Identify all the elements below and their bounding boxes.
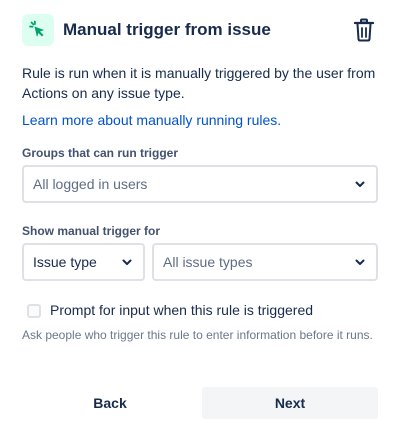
issue-type-select[interactable]: Issue type (22, 243, 145, 281)
learn-more-link[interactable]: Learn more about manually running rules. (22, 112, 281, 128)
groups-select-value: All logged in users (33, 176, 148, 192)
delete-button[interactable] (350, 16, 378, 44)
groups-select[interactable]: All logged in users (22, 165, 378, 203)
prompt-checkbox[interactable] (27, 304, 41, 318)
trash-icon (354, 18, 374, 42)
chevron-down-icon (122, 259, 132, 265)
cursor-click-icon (22, 14, 54, 46)
chevron-down-icon (355, 259, 365, 265)
issue-types-select[interactable]: All issue types (152, 243, 378, 281)
next-button[interactable]: Next (202, 387, 378, 419)
panel-title: Manual trigger from issue (63, 20, 271, 39)
back-button[interactable]: Back (22, 387, 198, 419)
chevron-down-icon (355, 181, 365, 187)
issue-types-select-value: All issue types (163, 254, 253, 270)
manual-trigger-panel: Manual trigger from issue Rule is run wh… (0, 0, 400, 441)
groups-label: Groups that can run trigger (22, 146, 179, 160)
trigger-description: Rule is run when it is manually triggere… (22, 65, 376, 101)
issue-type-select-value: Issue type (33, 254, 97, 270)
prompt-checkbox-label[interactable]: Prompt for input when this rule is trigg… (50, 302, 313, 318)
panel-header: Manual trigger from issue (22, 14, 378, 46)
show-trigger-label: Show manual trigger for (22, 224, 161, 238)
prompt-help-text: Ask people who trigger this rule to ente… (22, 328, 373, 342)
